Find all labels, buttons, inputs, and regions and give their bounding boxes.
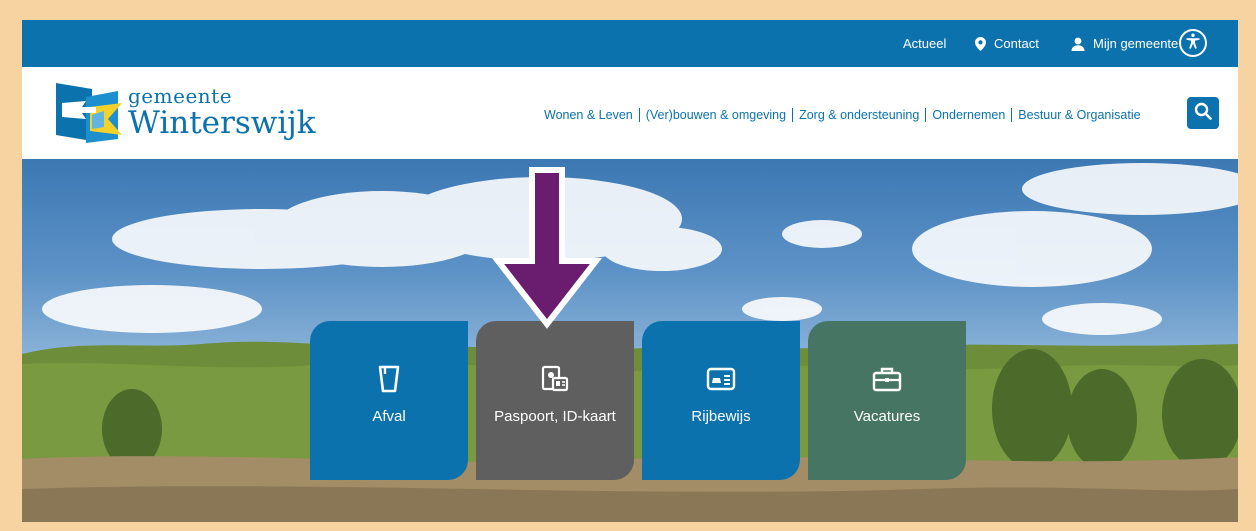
nav-separator	[792, 108, 794, 122]
contact-label: Contact	[994, 36, 1039, 51]
main-header: gemeente Winterswijk Wonen & Leven (Ver)…	[22, 67, 1238, 159]
tile-paspoort-id-kaart[interactable]: Paspoort, ID-kaart	[476, 321, 634, 480]
mijn-gemeente-label: Mijn gemeente	[1093, 36, 1179, 51]
waste-bin-icon	[378, 364, 400, 394]
nav-wonen-leven[interactable]: Wonen & Leven	[544, 108, 633, 122]
annotation-arrow	[492, 167, 602, 329]
logo-text-gemeente: gemeente	[128, 84, 233, 108]
actueel-link[interactable]: Actueel	[903, 20, 946, 67]
nav-zorg-ondersteuning[interactable]: Zorg & ondersteuning	[799, 108, 919, 122]
nav-bestuur-organisatie[interactable]: Bestuur & Organisatie	[1018, 108, 1140, 122]
logo-text-winterswijk: Winterswijk	[128, 105, 316, 141]
nav-separator	[1011, 108, 1013, 122]
winterswijk-logo[interactable]: gemeente Winterswijk	[52, 81, 352, 147]
search-icon	[1194, 102, 1212, 125]
tile-afval[interactable]: Afval	[310, 321, 468, 480]
user-icon	[1071, 37, 1085, 51]
tile-rijbewijs-label: Rijbewijs	[691, 408, 751, 425]
browser-viewport: Actueel Contact Mijn gemeente gemeente W…	[22, 20, 1238, 522]
top-utility-bar: Actueel Contact Mijn gemeente	[22, 20, 1238, 67]
nav-verbouwen-omgeving[interactable]: (Ver)bouwen & omgeving	[646, 108, 786, 122]
search-button[interactable]	[1187, 97, 1219, 129]
tile-afval-label: Afval	[372, 408, 406, 425]
location-pin-icon	[975, 36, 986, 51]
nav-ondernemen[interactable]: Ondernemen	[932, 108, 1005, 122]
tile-rijbewijs[interactable]: Rijbewijs	[642, 321, 800, 480]
actueel-label: Actueel	[903, 36, 947, 51]
nav-separator	[925, 108, 927, 122]
accessibility-button[interactable]	[1179, 29, 1207, 57]
accessibility-icon	[1184, 32, 1202, 55]
briefcase-icon	[872, 364, 902, 394]
tile-paspoort-label: Paspoort, ID-kaart	[494, 408, 616, 425]
passport-id-icon	[541, 364, 569, 394]
hero-banner: Afval Paspoort, ID-kaart Rijbewijs Vacat…	[22, 159, 1238, 522]
logo-flag-icon	[52, 81, 124, 145]
contact-link[interactable]: Contact	[975, 20, 1039, 67]
tile-vacatures[interactable]: Vacatures	[808, 321, 966, 480]
drivers-license-icon	[706, 364, 736, 394]
tile-vacatures-label: Vacatures	[853, 408, 921, 425]
mijn-gemeente-link[interactable]: Mijn gemeente	[1071, 20, 1178, 67]
nav-separator	[638, 108, 640, 122]
main-navigation: Wonen & Leven (Ver)bouwen & omgeving Zor…	[544, 105, 1141, 125]
